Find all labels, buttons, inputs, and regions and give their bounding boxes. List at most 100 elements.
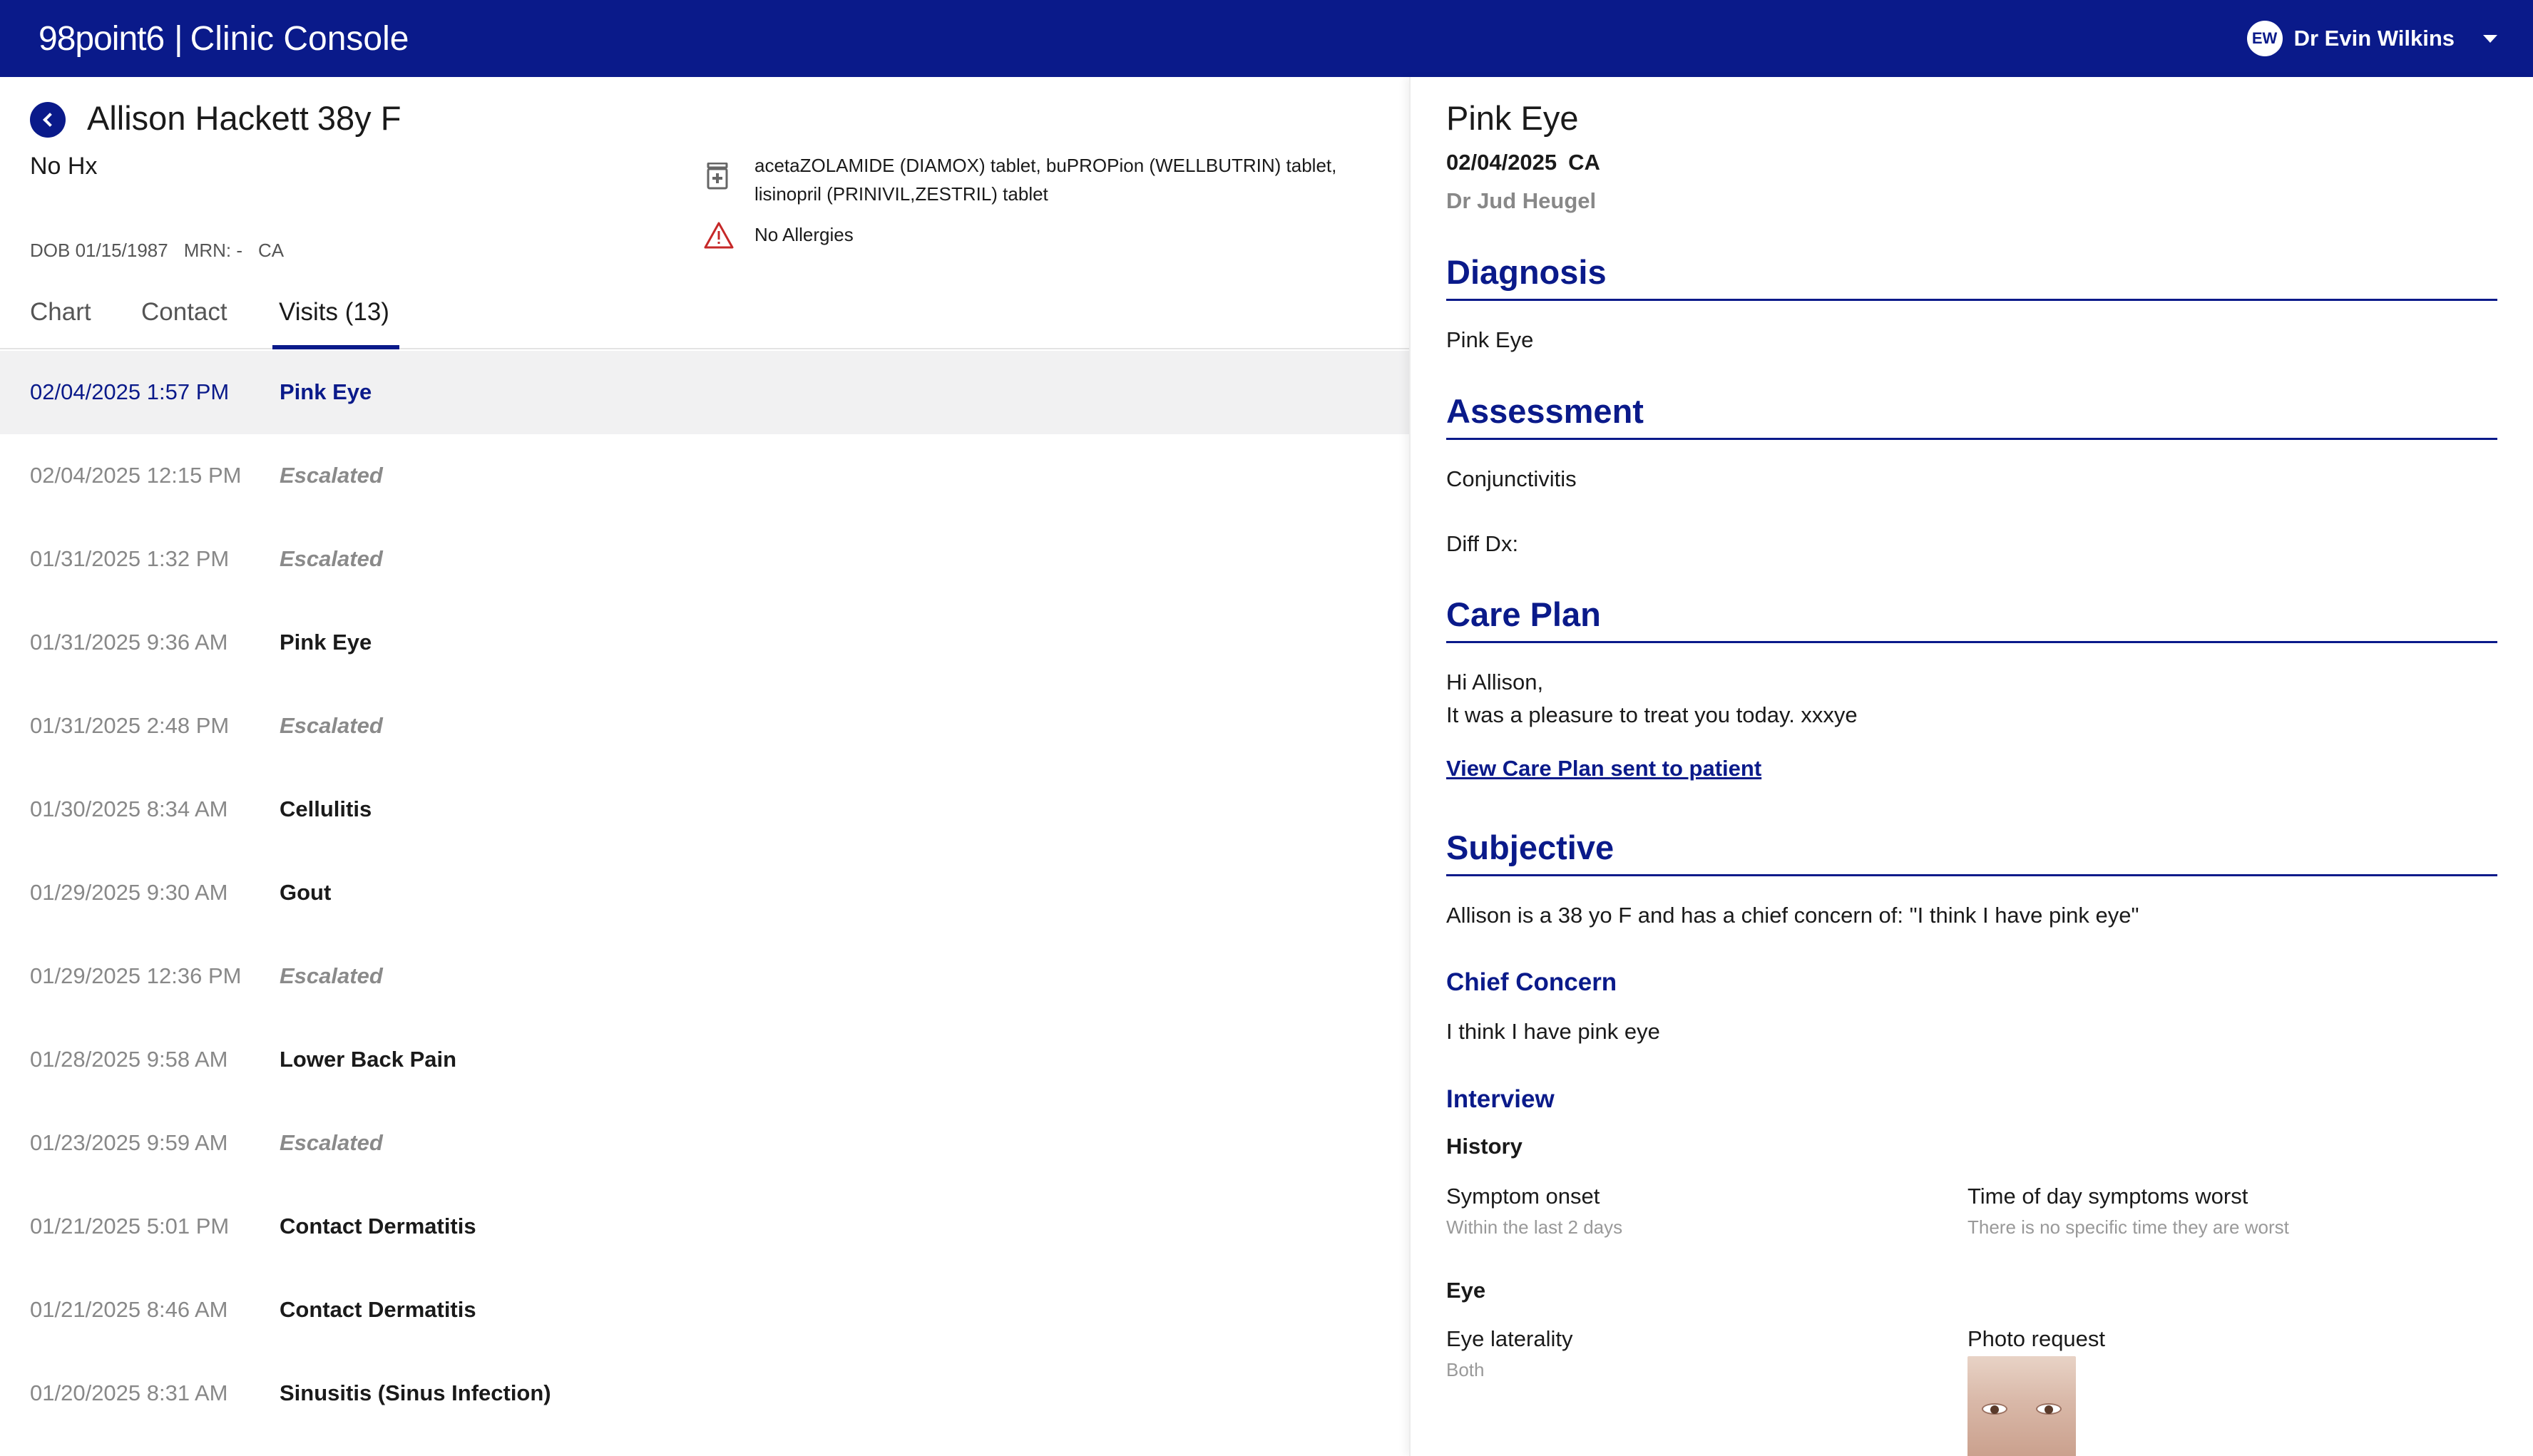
diagnosis-text: Pink Eye	[1446, 327, 1534, 352]
assessment-heading: Assessment	[1446, 391, 2497, 440]
visit-title: Escalated	[280, 546, 383, 571]
visit-row[interactable]: 01/21/2025 8:46 AM Contact Dermatitis	[0, 1268, 1409, 1352]
avatar: EW	[2246, 21, 2283, 56]
visit-list: 02/04/2025 1:57 PM Pink Eye 02/04/2025 1…	[0, 351, 1409, 1435]
patient-photo-thumbnail[interactable]	[1967, 1356, 2076, 1456]
history-heading: History	[1446, 1134, 1523, 1159]
interview-heading: Interview	[1446, 1085, 1555, 1113]
eye-laterality-value: Both	[1446, 1359, 1485, 1380]
brand[interactable]: 98point6 | Clinic Console	[39, 10, 409, 67]
patient-history: No Hx	[30, 153, 98, 180]
chief-concern-heading: Chief Concern	[1446, 968, 1617, 996]
visit-row[interactable]: 01/31/2025 1:32 PM Escalated	[0, 518, 1409, 601]
visit-date: 01/20/2025 8:31 AM	[30, 1380, 228, 1405]
visit-title: Escalated	[280, 463, 383, 488]
visit-title: Pink Eye	[280, 630, 372, 655]
visit-title: Escalated	[280, 1130, 383, 1155]
visit-date: 01/31/2025 1:32 PM	[30, 546, 230, 571]
visit-row[interactable]: 02/04/2025 1:57 PM Pink Eye	[0, 351, 1409, 434]
care-plan-greeting: Hi Allison,	[1446, 670, 1544, 694]
visit-date: 01/21/2025 5:01 PM	[30, 1214, 230, 1239]
photo-eye-right	[2036, 1403, 2062, 1415]
visit-date: 02/04/2025 1:57 PM	[30, 379, 230, 404]
visit-detail-date: 02/04/2025	[1446, 150, 1557, 175]
visit-date: 02/04/2025 12:15 PM	[30, 463, 242, 488]
eye-laterality-label: Eye laterality	[1446, 1326, 1573, 1351]
visit-row[interactable]: 01/30/2025 8:34 AM Cellulitis	[0, 768, 1409, 851]
visit-row[interactable]: 02/04/2025 12:15 PM Escalated	[0, 434, 1409, 518]
chief-concern-text: I think I have pink eye	[1446, 1019, 1660, 1044]
diagnosis-heading: Diagnosis	[1446, 252, 2497, 301]
visit-title: Escalated	[280, 713, 383, 738]
visit-detail-doctor: Dr Jud Heugel	[1446, 188, 1597, 213]
allergies: No Allergies	[754, 224, 854, 245]
patient-header: Allison Hackett 38y F	[87, 98, 401, 138]
visit-row[interactable]: 01/31/2025 9:36 AM Pink Eye	[0, 601, 1409, 685]
visit-date: 01/21/2025 8:46 AM	[30, 1297, 228, 1322]
visit-detail-title: Pink Eye	[1446, 99, 1579, 137]
visit-detail-meta: 02/04/2025 CA	[1446, 150, 1600, 175]
patient-panel: Allison Hackett 38y F No Hx DOB 01/15/198…	[0, 77, 1409, 1456]
warning-icon	[704, 222, 734, 249]
tab-chart[interactable]: Chart	[30, 298, 91, 327]
photo-eye-left	[1982, 1403, 2007, 1415]
back-icon	[43, 113, 57, 127]
medication-icon	[707, 163, 728, 190]
time-of-day-value: There is no specific time they are worst	[1967, 1216, 2289, 1238]
visit-title: Escalated	[280, 963, 383, 988]
view-care-plan-link[interactable]: View Care Plan sent to patient	[1446, 756, 1761, 781]
app-title: Clinic Console	[190, 19, 409, 58]
photo-request-label: Photo request	[1967, 1326, 2106, 1351]
visit-row[interactable]: 01/29/2025 12:36 PM Escalated	[0, 935, 1409, 1018]
visit-title: Contact Dermatitis	[280, 1297, 476, 1322]
visit-date: 01/31/2025 9:36 AM	[30, 630, 228, 655]
visit-row[interactable]: 01/23/2025 9:59 AM Escalated	[0, 1102, 1409, 1185]
visit-detail-panel: Pink Eye 02/04/2025 CA Dr Jud Heugel Diag…	[1409, 77, 2533, 1456]
active-tab-indicator	[272, 345, 399, 349]
visit-title: Pink Eye	[280, 379, 372, 404]
visit-row[interactable]: 01/20/2025 8:31 AM Sinusitis (Sinus Infe…	[0, 1352, 1409, 1435]
assessment-text: Conjunctivitis	[1446, 466, 1577, 491]
visit-date: 01/29/2025 9:30 AM	[30, 880, 228, 905]
visit-title: Contact Dermatitis	[280, 1214, 476, 1239]
patient-dob: DOB 01/15/1987	[30, 240, 168, 261]
back-button[interactable]	[30, 102, 66, 138]
eye-heading: Eye	[1446, 1278, 1486, 1303]
chevron-down-icon[interactable]	[2483, 34, 2497, 43]
visit-title: Gout	[280, 880, 332, 905]
visit-date: 01/28/2025 9:58 AM	[30, 1047, 228, 1072]
care-plan-body: It was a pleasure to treat you today. xx…	[1446, 702, 1858, 727]
patient-mrn: MRN: -	[183, 240, 243, 261]
visit-detail-state: CA	[1568, 150, 1600, 175]
visit-date: 01/31/2025 2:48 PM	[30, 713, 230, 738]
visit-row[interactable]: 01/31/2025 2:48 PM Escalated	[0, 685, 1409, 768]
care-plan-heading: Care Plan	[1446, 595, 2497, 643]
visit-date: 01/23/2025 9:59 AM	[30, 1130, 228, 1155]
visit-date: 01/29/2025 12:36 PM	[30, 963, 242, 988]
patient-state: CA	[258, 240, 285, 261]
brand-logo: 98point6	[39, 19, 165, 58]
visit-row[interactable]: 01/28/2025 9:58 AM Lower Back Pain	[0, 1018, 1409, 1102]
visit-row[interactable]: 01/29/2025 9:30 AM Gout	[0, 851, 1409, 935]
user-menu[interactable]: EW Dr Evin Wilkins	[2246, 17, 2497, 60]
visit-title: Cellulitis	[280, 796, 372, 821]
subjective-heading: Subjective	[1446, 828, 2497, 876]
visit-row[interactable]: 01/21/2025 5:01 PM Contact Dermatitis	[0, 1185, 1409, 1268]
top-nav-bar: 98point6 | Clinic Console EW Dr Evin Wil…	[0, 0, 2533, 77]
symptom-onset-value: Within the last 2 days	[1446, 1216, 1623, 1238]
user-name: Dr Evin Wilkins	[2293, 26, 2455, 51]
visit-title: Sinusitis (Sinus Infection)	[280, 1380, 551, 1405]
tab-contact[interactable]: Contact	[141, 298, 227, 327]
time-of-day-label: Time of day symptoms worst	[1967, 1184, 2248, 1209]
tab-visits[interactable]: Visits (13)	[279, 298, 389, 327]
symptom-onset-label: Symptom onset	[1446, 1184, 1600, 1209]
patient-name: Allison Hackett	[87, 99, 309, 137]
patient-age-sex: 38y F	[317, 99, 401, 137]
subjective-text: Allison is a 38 yo F and has a chief con…	[1446, 903, 2139, 928]
medications-list: acetaZOLAMIDE (DIAMOX) tablet, buPROPion…	[754, 155, 1337, 205]
brand-separator: |	[174, 19, 183, 58]
patient-demographics: DOB 01/15/1987 MRN: - CA	[30, 240, 300, 262]
patient-tabs: Chart Contact Visits (13)	[0, 281, 1409, 349]
diff-dx-text: Diff Dx:	[1446, 531, 1519, 556]
visit-date: 01/30/2025 8:34 AM	[30, 796, 228, 821]
